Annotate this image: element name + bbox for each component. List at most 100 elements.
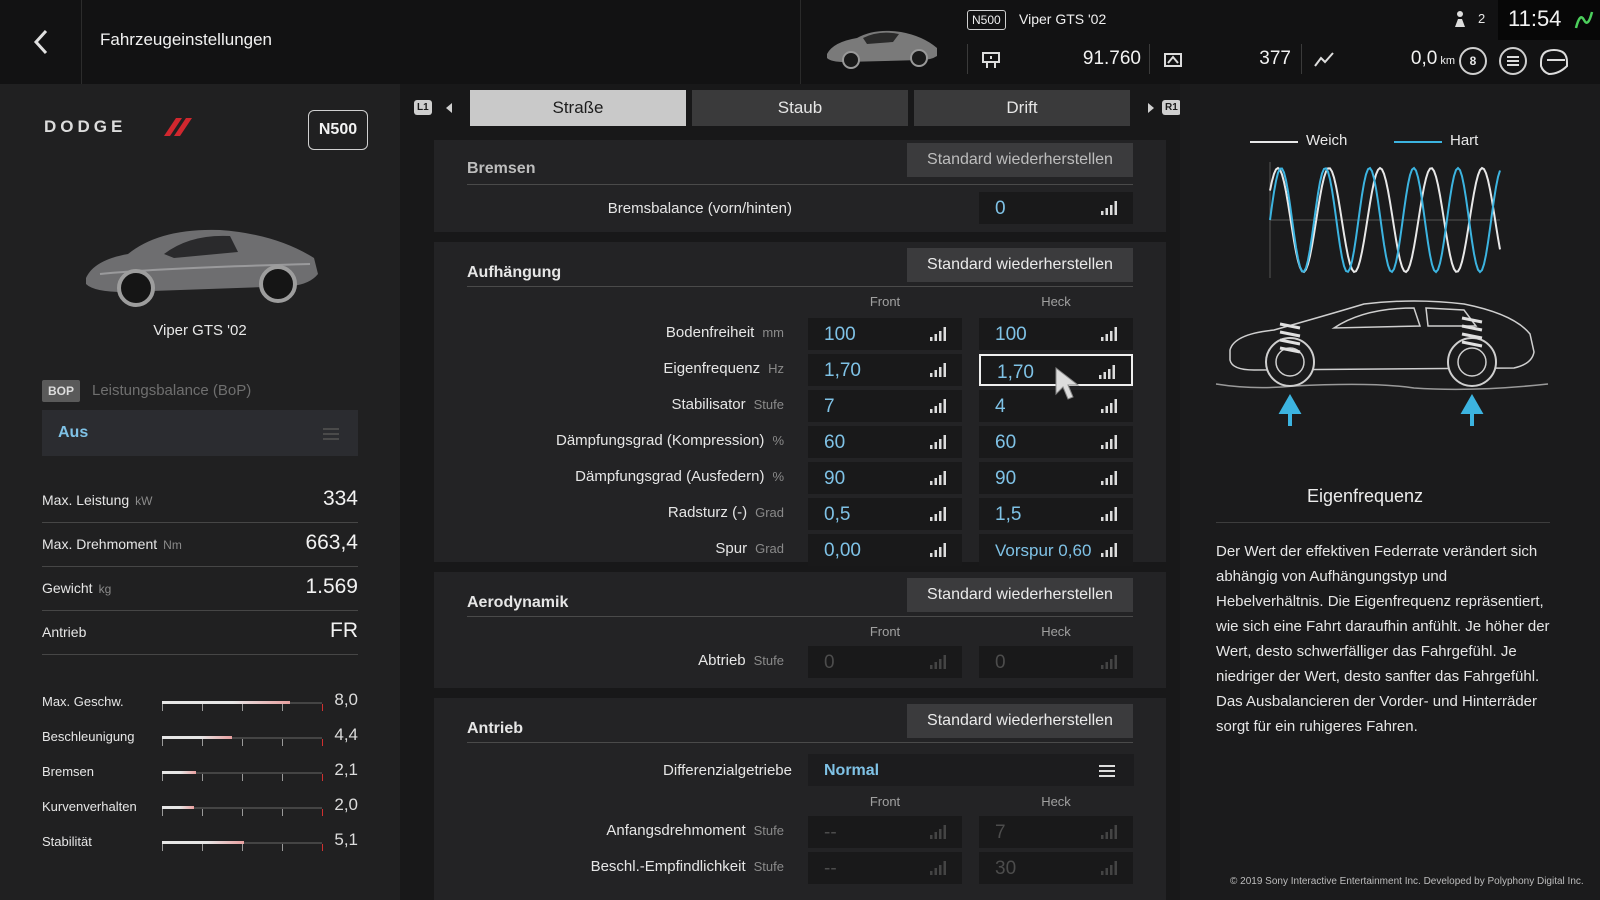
brake-balance-field[interactable]: 0 [979,192,1133,224]
scale-tick [242,739,243,746]
scale-tick [202,774,203,781]
scale-tick [162,809,163,816]
scale-tick [242,809,243,816]
scale-tick [202,739,203,746]
friends-icon [1455,11,1465,27]
reset-button[interactable]: Standard wiederherstellen [907,578,1133,612]
bars-icon [1101,655,1117,669]
suspension-front-field[interactable]: 100 [808,318,962,350]
reset-button[interactable]: Standard wiederherstellen [907,248,1133,282]
suspension-front-field[interactable]: 0,00 [808,534,962,566]
scale-tick [322,774,323,781]
legend-soft-label: Weich [1306,132,1348,149]
performance-row: Bremsen 2,1 [42,760,358,781]
suspension-front-field[interactable]: 7 [808,390,962,422]
bop-label: Leistungsbalance (BoP) [92,382,252,399]
drivetrain-row-label: Beschl.-Empfindlichkeit Stufe [590,858,784,875]
suspension-front-field[interactable]: 1,70 [808,354,962,386]
drivetrain-section: Antrieb Standard wiederherstellen Differ… [434,698,1166,900]
section-title: Bremsen [467,160,536,177]
spec-row: Max. Drehmoment Nm 663,4 [42,522,358,567]
performance-fill [162,701,290,704]
credits-value: 91.760 [1082,48,1141,69]
column-front: Front [869,294,901,309]
suspension-rear-field[interactable]: 90 [979,462,1133,494]
drivetrain-front-field: -- [808,816,962,848]
downforce-label: Abtrieb Stufe [698,652,784,669]
section-title: Aufhängung [467,264,562,281]
l1-button[interactable]: L1 [414,100,432,115]
suspension-front-field[interactable]: 90 [808,462,962,494]
legend-hard-label: Hart [1450,132,1479,149]
bars-icon [1101,861,1117,875]
legend-soft-swatch [1250,141,1298,143]
menu-button[interactable] [1499,47,1527,75]
mileage-points-icon [1164,53,1182,67]
aero-section: Aerodynamik Standard wiederherstellen Fr… [434,572,1166,688]
brakes-section: Bremsen Standard wiederherstellen Bremsb… [434,140,1166,232]
suspension-rear-field[interactable]: Vorspur 0,60 [979,534,1133,566]
legend-hard-swatch [1394,141,1442,143]
performance-bar [162,841,323,851]
bop-value: Aus [58,424,89,441]
scale-tick [282,844,283,851]
bars-icon [1101,507,1117,521]
suspension-front-field[interactable]: 0,5 [808,498,962,530]
suspension-front-field[interactable]: 60 [808,426,962,458]
back-button[interactable] [0,0,82,84]
performance-bar [162,701,323,711]
performance-bar [162,771,323,781]
spec-row: Max. Leistung kW 334 [42,478,358,523]
performance-bar [162,806,323,816]
bars-icon [930,543,946,557]
tab-drift[interactable]: Drift [914,90,1130,126]
section-title: Aerodynamik [467,594,569,611]
divider [467,616,1133,617]
column-front: Front [869,624,901,639]
performance-fill [162,806,194,809]
chevron-left-icon [33,29,47,55]
clock: 11:54 [1508,6,1562,31]
suspension-row-label: Dämpfungsgrad (Ausfedern)% [575,468,784,485]
suspension-rear-field[interactable]: 60 [979,426,1133,458]
divider [467,286,1133,287]
list-icon [1507,56,1519,66]
dodge-logo: DODGE [44,117,192,136]
reset-button[interactable]: Standard wiederherstellen [907,704,1133,738]
reset-button[interactable]: Standard wiederherstellen [907,143,1133,177]
distance-icon [1314,52,1334,67]
scale-tick [322,844,323,851]
copyright: © 2019 Sony Interactive Entertainment In… [1230,876,1584,887]
credits-icon [982,52,1000,68]
bars-icon [1099,365,1115,379]
scale-tick [242,774,243,781]
drivetrain-front-field: -- [808,852,962,884]
bars-icon [930,327,946,341]
bars-icon [1101,399,1117,413]
column-rear: Heck [1041,294,1071,309]
car-title: Viper GTS '02 [1019,11,1107,27]
class-badge: N500 [967,10,1006,30]
tab-staub[interactable]: Staub [692,90,908,126]
suspension-rear-field[interactable]: 1,5 [979,498,1133,530]
helmet-icon [1540,48,1568,76]
bars-icon [930,655,946,669]
svg-text:DODGE: DODGE [44,117,126,136]
scale-tick [322,809,323,816]
scale-tick [162,774,163,781]
tab-strasse[interactable]: Straße [470,90,686,126]
menu-icon [1099,765,1115,777]
bars-icon [1101,825,1117,839]
differential-select[interactable]: Normal [808,754,1134,786]
suspension-row-label: Spur Grad [715,540,784,557]
scale-tick [162,704,163,711]
friends-count: 2 [1478,11,1486,26]
divider [1216,522,1550,523]
performance-row: Max. Geschw. 8,0 [42,690,358,711]
spec-row: Antrieb FR [42,610,358,655]
bop-select[interactable]: Aus [42,410,358,456]
suspension-rear-field[interactable]: 100 [979,318,1133,350]
r1-button[interactable]: R1 [1162,100,1181,115]
arrow-right-icon [1148,103,1154,113]
divider [1301,44,1302,74]
